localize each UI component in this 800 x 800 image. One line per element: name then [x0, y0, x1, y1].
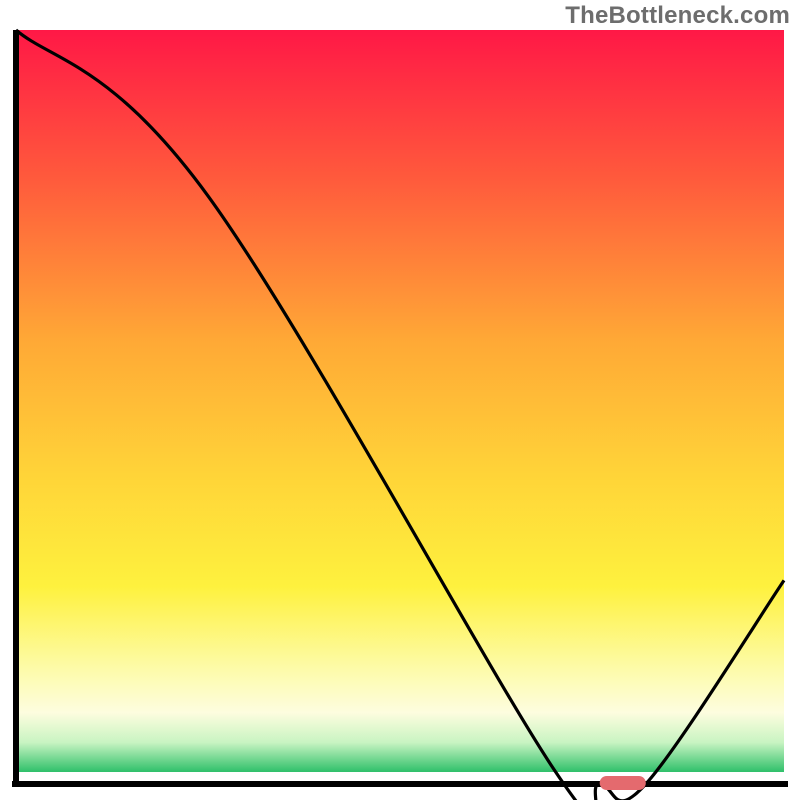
chart-stage: TheBottleneck.com	[0, 0, 800, 800]
sweet-spot-marker	[600, 776, 646, 790]
bottleneck-chart	[0, 0, 800, 800]
plot-background	[16, 30, 784, 772]
